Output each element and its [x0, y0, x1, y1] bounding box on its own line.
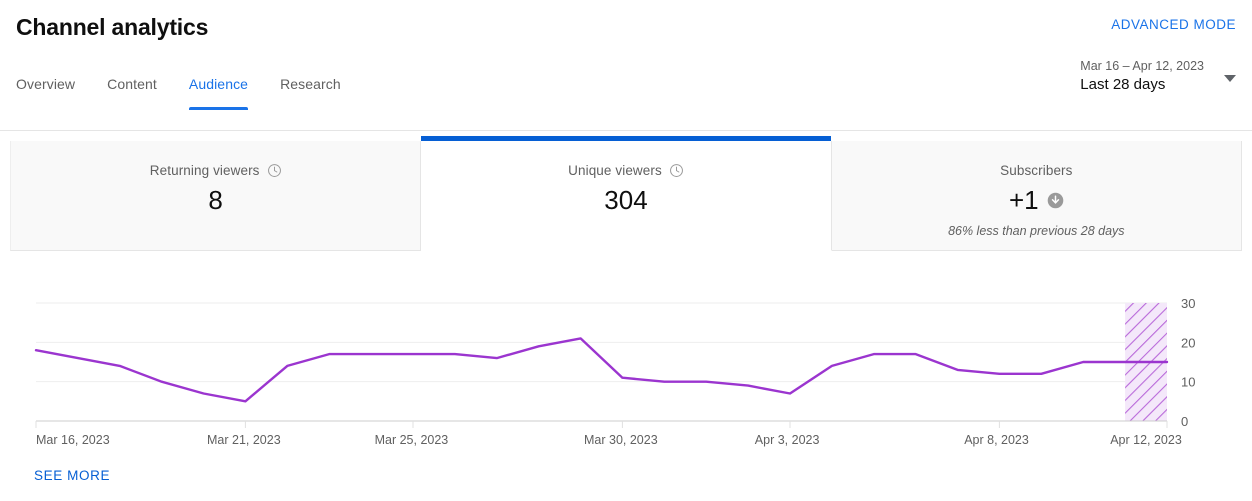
metric-card-delta: 86% less than previous 28 days [948, 224, 1125, 238]
tab-audience[interactable]: Audience [173, 76, 264, 110]
date-range-selector[interactable]: Mar 16 – Apr 12, 2023 Last 28 days [1080, 58, 1236, 95]
x-tick-label: Mar 25, 2023 [375, 433, 449, 447]
x-tick-label: Mar 16, 2023 [36, 433, 110, 447]
see-more-link[interactable]: SEE MORE [34, 468, 110, 483]
metric-card-row: Returning viewers 8 Unique viewers 304 S… [10, 136, 1242, 251]
chart-axis [35, 420, 1168, 428]
chart-gridlines [36, 302, 1167, 383]
date-range-text: Mar 16 – Apr 12, 2023 Last 28 days [1080, 58, 1204, 95]
tab-research[interactable]: Research [264, 76, 357, 110]
metric-card-header: Subscribers [1000, 161, 1072, 179]
x-tick-label: Apr 12, 2023 [1110, 433, 1182, 447]
tab-overview-label: Overview [16, 76, 76, 92]
chevron-down-icon[interactable] [1224, 75, 1236, 82]
page-header: Channel analytics ADVANCED MODE Mar 16 –… [0, 0, 1252, 131]
arrow-down-circle-icon [1047, 192, 1063, 208]
date-range-preset: Last 28 days [1080, 76, 1166, 93]
x-tick-label: Mar 30, 2023 [584, 433, 658, 447]
tab-audience-label: Audience [188, 76, 249, 92]
tab-research-label: Research [280, 76, 341, 92]
analytics-tabs: Overview Content Audience Research [16, 76, 357, 110]
x-tick-label: Apr 3, 2023 [755, 433, 820, 447]
metric-card-header: Returning viewers [150, 161, 282, 179]
metric-card-value: +1 [1008, 185, 1039, 215]
tab-overview[interactable]: Overview [16, 76, 91, 110]
metric-card-value-wrap: 8 [208, 184, 222, 216]
metric-card-label: Unique viewers [568, 162, 662, 178]
advanced-mode-button[interactable]: ADVANCED MODE [1111, 17, 1236, 32]
chart-y-axis-labels: 30 20 10 0 [1181, 296, 1195, 429]
chart-container: 30 20 10 0 Mar 16, 2023 Mar 21, 2023 Mar… [0, 252, 1252, 501]
metric-card-label: Subscribers [1000, 162, 1073, 178]
metric-card-header: Unique viewers [568, 161, 684, 179]
metric-card-subscribers[interactable]: Subscribers +1 86% less than previous 28… [831, 141, 1242, 251]
metric-card-value-wrap: +1 [1009, 184, 1064, 216]
tab-content[interactable]: Content [91, 76, 173, 110]
clock-icon [267, 163, 281, 177]
metric-card-returning-viewers[interactable]: Returning viewers 8 [10, 141, 422, 251]
date-range-value: Mar 16 – Apr 12, 2023 [1080, 59, 1204, 73]
metric-card-value: 8 [208, 185, 223, 215]
tab-content-label: Content [107, 76, 157, 92]
chart-x-axis-labels: Mar 16, 2023 Mar 21, 2023 Mar 25, 2023 M… [36, 433, 1182, 447]
clock-icon [669, 163, 683, 177]
y-tick-label: 20 [1181, 335, 1195, 350]
metric-card-unique-viewers[interactable]: Unique viewers 304 [421, 136, 832, 251]
y-tick-label: 0 [1181, 414, 1188, 429]
metric-card-value: 304 [604, 185, 648, 215]
x-tick-label: Apr 8, 2023 [964, 433, 1029, 447]
page-title: Channel analytics [16, 14, 209, 40]
unique-viewers-line-chart[interactable]: 30 20 10 0 Mar 16, 2023 Mar 21, 2023 Mar… [0, 252, 1252, 501]
metric-card-value-wrap: 304 [604, 184, 647, 216]
y-tick-label: 30 [1181, 296, 1195, 311]
x-tick-label: Mar 21, 2023 [207, 433, 281, 447]
y-tick-label: 10 [1181, 375, 1195, 390]
channel-analytics-page: Channel analytics ADVANCED MODE Mar 16 –… [0, 0, 1252, 501]
metric-card-label: Returning viewers [149, 162, 260, 178]
chart-series-unique-viewers [34, 337, 1169, 403]
